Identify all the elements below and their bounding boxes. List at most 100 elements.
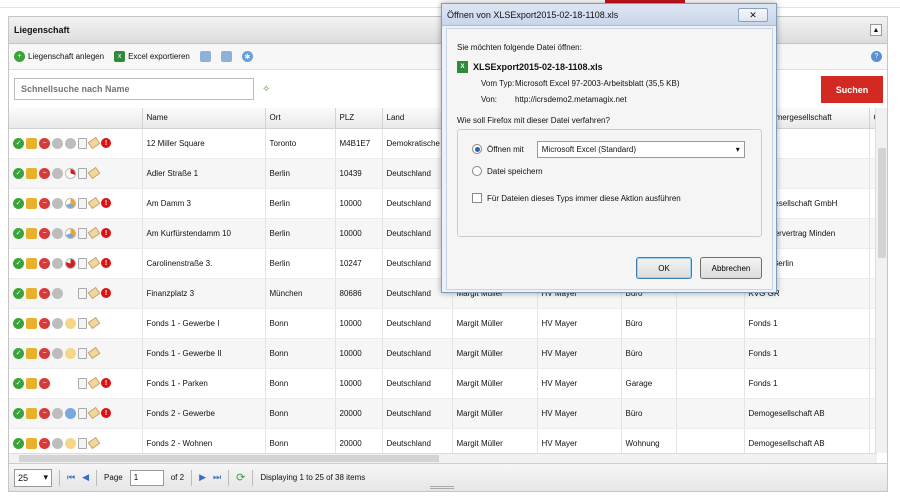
approve-icon[interactable]: ✓ — [13, 407, 24, 419]
approve-icon[interactable]: ✓ — [13, 437, 24, 449]
table-cell: Büro — [621, 338, 677, 369]
column-header[interactable]: Name — [142, 108, 266, 129]
horizontal-scroll-thumb[interactable] — [19, 455, 439, 462]
collapse-button[interactable]: ▲ — [870, 24, 882, 36]
delete-icon[interactable]: − — [39, 257, 50, 269]
approve-icon[interactable]: ✓ — [13, 197, 24, 209]
edit-icon[interactable] — [26, 257, 37, 269]
page-number-input[interactable] — [129, 469, 164, 486]
delete-icon[interactable]: − — [39, 197, 50, 209]
status-icon — [52, 257, 63, 269]
table-cell: Garage — [621, 368, 677, 399]
table-row[interactable]: ✓ − Fonds 1 - Gewerbe II Bonn 10000 Deutschla… — [9, 338, 877, 369]
column-header[interactable] — [9, 108, 143, 129]
delete-icon[interactable]: − — [39, 347, 50, 359]
edit-icon[interactable] — [26, 227, 37, 239]
approve-icon[interactable]: ✓ — [13, 167, 24, 179]
table-row[interactable]: ✓ −! Fonds 2 - Gewerbe Bonn 20000 Deutschland… — [9, 398, 877, 429]
edit-icon[interactable] — [26, 347, 37, 359]
search-input[interactable] — [14, 78, 254, 100]
approve-icon[interactable]: ✓ — [13, 347, 24, 359]
horizontal-scrollbar[interactable] — [9, 453, 877, 463]
refresh-icon[interactable]: ⟳ — [236, 471, 245, 484]
delete-icon[interactable]: − — [39, 377, 50, 389]
edit-icon[interactable] — [26, 167, 37, 179]
application-value: Microsoft Excel (Standard) — [541, 144, 637, 154]
settings-icon[interactable]: ✱ — [241, 51, 253, 62]
approve-icon[interactable]: ✓ — [13, 227, 24, 239]
table-cell: Margit Müller — [452, 368, 538, 399]
table-cell: Finanzplatz 3 — [142, 278, 266, 309]
edit-icon[interactable] — [26, 197, 37, 209]
warning-icon: ! — [101, 138, 111, 148]
open-with-option[interactable]: Öffnen mit Microsoft Excel (Standard) ▾ — [472, 138, 747, 160]
report-icon[interactable] — [220, 51, 232, 62]
status-icon — [65, 407, 76, 419]
next-page-icon[interactable]: ▶ — [199, 472, 206, 483]
copy-icon[interactable] — [199, 51, 211, 62]
export-excel-button[interactable]: x Excel exportieren — [114, 51, 190, 62]
always-option[interactable]: Für Dateien dieses Typs immer diese Akti… — [472, 187, 747, 209]
warning-icon: ! — [101, 408, 111, 418]
open-with-radio[interactable] — [472, 144, 482, 154]
delete-icon[interactable]: − — [39, 407, 50, 419]
dialog-close-button[interactable]: ✕ — [738, 8, 768, 22]
ok-button[interactable]: OK — [636, 257, 692, 279]
page-size-select[interactable]: 25 ▾ — [14, 468, 52, 487]
table-row[interactable]: ✓ − Fonds 1 - Gewerbe I Bonn 10000 Deutschlan… — [9, 308, 877, 339]
always-checkbox[interactable] — [472, 193, 482, 203]
first-page-icon[interactable]: ⏮ — [67, 472, 75, 483]
delete-icon[interactable]: − — [39, 437, 50, 449]
column-header[interactable]: Ort — [265, 108, 336, 129]
delete-icon[interactable]: − — [39, 287, 50, 299]
separator — [228, 469, 230, 486]
file-info: X XLSExport2015-02-18-1108.xls — [457, 61, 762, 73]
vertical-scrollbar[interactable] — [875, 108, 887, 453]
edit-icon[interactable] — [26, 287, 37, 299]
edit-icon[interactable] — [26, 437, 37, 449]
search-wand-icon[interactable]: ✧ — [262, 84, 270, 95]
approve-icon[interactable]: ✓ — [13, 287, 24, 299]
delete-icon[interactable]: − — [39, 137, 50, 149]
edit-icon[interactable] — [26, 317, 37, 329]
table-cell: Fonds 1 - Gewerbe I — [142, 308, 266, 339]
save-file-radio[interactable] — [472, 166, 482, 176]
add-property-button[interactable]: + Liegenschaft anlegen — [14, 51, 104, 62]
edit-icon[interactable] — [26, 137, 37, 149]
search-button[interactable]: Suchen — [821, 76, 883, 103]
cancel-button[interactable]: Abbrechen — [700, 257, 762, 279]
prev-page-icon[interactable]: ◀ — [82, 472, 89, 483]
status-icon — [52, 167, 63, 179]
approve-icon[interactable]: ✓ — [13, 317, 24, 329]
table-cell: Carolinenstraße 3. — [142, 248, 266, 279]
column-header[interactable]: PLZ — [335, 108, 383, 129]
edit-icon[interactable] — [26, 377, 37, 389]
approve-icon[interactable]: ✓ — [13, 137, 24, 149]
export-excel-label: Excel exportieren — [128, 52, 190, 61]
resize-grip[interactable] — [430, 486, 454, 489]
table-row[interactable]: ✓ −! Fonds 1 - Parken Bonn 10000 Deutschland M… — [9, 368, 877, 399]
approve-icon[interactable]: ✓ — [13, 377, 24, 389]
table-cell: Fonds 1 - Parken — [142, 368, 266, 399]
status-icon — [65, 288, 76, 299]
delete-icon[interactable]: − — [39, 167, 50, 179]
vertical-scroll-thumb[interactable] — [878, 148, 886, 258]
excel-icon: x — [114, 51, 126, 62]
table-row[interactable]: ✓ − Fonds 2 - Wohnen Bonn 20000 Deutschland Ma… — [9, 428, 877, 453]
application-select[interactable]: Microsoft Excel (Standard) ▾ — [536, 140, 745, 158]
table-cell: Margit Müller — [452, 338, 538, 369]
status-icon — [52, 407, 63, 419]
row-actions: ✓ −! — [9, 248, 143, 279]
document-icon — [78, 347, 87, 359]
delete-icon[interactable]: − — [39, 317, 50, 329]
table-cell: Fonds 2 - Gewerbe — [142, 398, 266, 429]
delete-icon[interactable]: − — [39, 227, 50, 239]
approve-icon[interactable]: ✓ — [13, 257, 24, 269]
tag-icon — [87, 376, 101, 390]
document-icon — [78, 227, 87, 239]
edit-icon[interactable] — [26, 407, 37, 419]
help-icon[interactable]: ? — [871, 51, 882, 62]
document-icon — [78, 167, 87, 179]
last-page-icon[interactable]: ⏭ — [213, 472, 221, 483]
save-file-option[interactable]: Datei speichern — [472, 160, 747, 182]
